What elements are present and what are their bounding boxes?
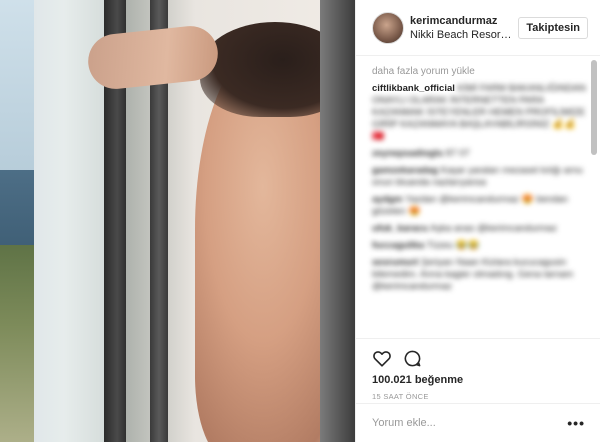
comment-item: zeynepsadioglu 87 07 xyxy=(372,148,587,160)
post-side-panel: kerimcandurmaz Nikki Beach Resor… Takipt… xyxy=(355,0,600,442)
comment-text: 87 07 xyxy=(445,148,470,159)
load-more-comments-link[interactable]: daha fazla yorum yükle xyxy=(372,66,587,77)
post-timestamp[interactable]: 15 SAAT ÖNCE xyxy=(372,392,585,401)
comment-text: Aşka anas @kerimcandurmaz xyxy=(430,223,557,234)
photo-greenery xyxy=(0,245,34,442)
speech-bubble-icon[interactable] xyxy=(402,348,422,368)
comments-scrollbar[interactable] xyxy=(591,60,597,155)
comment-item: ciftlikbank_official KİMİ FARM BAKANLIĞI… xyxy=(372,83,587,143)
comment-username[interactable]: aydgm xyxy=(372,194,403,205)
avatar[interactable] xyxy=(372,11,404,44)
photo-edge-shadow xyxy=(320,0,355,442)
username-link[interactable]: kerimcandurmaz xyxy=(410,14,510,28)
comment-username[interactable]: zeynepsadioglu xyxy=(372,148,443,159)
comments-list[interactable]: daha fazla yorum yükle ciftlikbank_offic… xyxy=(356,56,600,338)
photo-sea xyxy=(0,170,34,250)
add-comment-bar: ••• xyxy=(356,403,600,442)
post-photo[interactable] xyxy=(0,0,355,442)
user-info: kerimcandurmaz Nikki Beach Resor… xyxy=(410,14,510,42)
comment-item: gamzekaradag Kaşar yaraları mezaset kılı… xyxy=(372,165,587,189)
comment-text: Tüzeu 😂😂 xyxy=(426,240,480,251)
comment-username[interactable]: sesrumurt xyxy=(372,257,418,268)
more-options-icon[interactable]: ••• xyxy=(567,415,585,431)
action-icons xyxy=(372,345,585,371)
comment-input[interactable] xyxy=(372,417,568,429)
post-actions: 100.021 beğenme 15 SAAT ÖNCE xyxy=(356,338,600,402)
comment-username[interactable]: ufuk_karacu xyxy=(372,223,428,234)
post-header: kerimcandurmaz Nikki Beach Resor… Takipt… xyxy=(356,0,600,56)
like-count[interactable]: 100.021 beğenme xyxy=(372,374,585,386)
comment-item: aydgm Yazdan @kerimcandurmaz 😍 bendan gö… xyxy=(372,194,587,218)
comment-username[interactable]: gamzekaradag xyxy=(372,165,438,176)
location-link[interactable]: Nikki Beach Resor… xyxy=(410,28,510,42)
comment-item: fuccagulika Tüzeu 😂😂 xyxy=(372,240,587,252)
comment-username[interactable]: ciftlikbank_official xyxy=(372,83,455,94)
comment-item: ufuk_karacu Aşka anas @kerimcandurmaz xyxy=(372,223,587,235)
comment-item: sesrumurt Şeriyarı Naan Kizlara kucucagu… xyxy=(372,257,587,293)
comment-username[interactable]: fuccagulika xyxy=(372,240,424,251)
photo-sky xyxy=(0,0,34,180)
heart-outline-icon[interactable] xyxy=(372,348,392,368)
following-button[interactable]: Takiptesin xyxy=(518,17,588,39)
